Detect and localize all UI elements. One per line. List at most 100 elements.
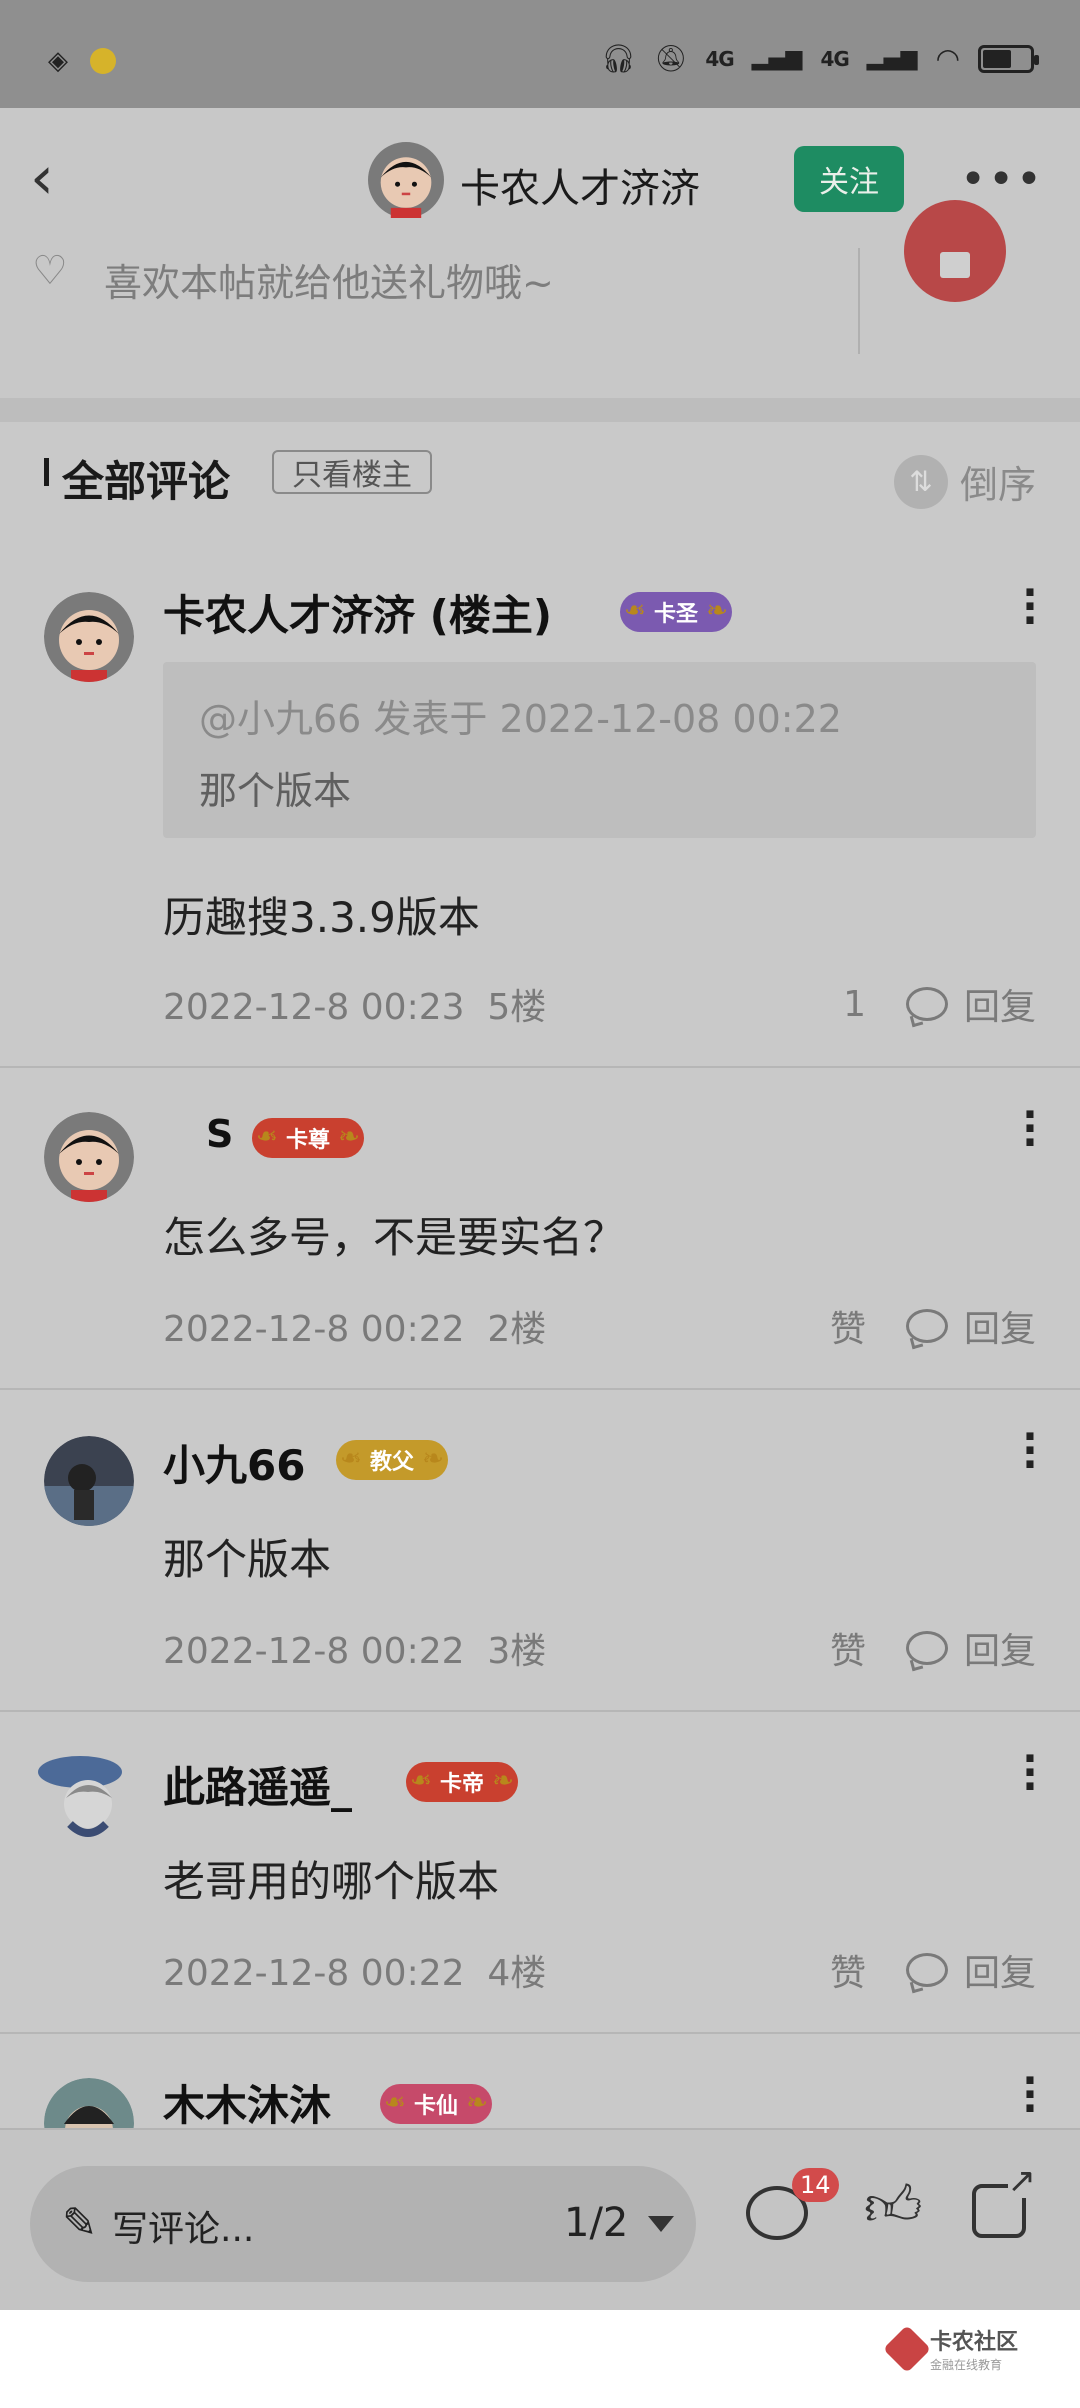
heart-icon[interactable]: ♡ bbox=[32, 248, 68, 294]
rank-badge: 卡圣 bbox=[620, 592, 733, 632]
comment-author[interactable]: S bbox=[206, 1112, 233, 1156]
comment-more-icon[interactable]: · · · bbox=[1020, 1095, 1040, 1163]
comment-meta: 2022-12-8 00:22 2楼 bbox=[163, 1300, 546, 1352]
reply-button[interactable]: 回复 bbox=[964, 1944, 1036, 1996]
write-comment-input[interactable]: ✎ 写评论... 1/2 bbox=[30, 2166, 696, 2282]
shield-icon bbox=[90, 48, 116, 74]
sort-label: 倒序 bbox=[959, 463, 1036, 507]
back-icon[interactable]: ‹ bbox=[30, 148, 54, 208]
like-button[interactable]: 赞 bbox=[830, 1622, 866, 1674]
network-1: 4G bbox=[705, 46, 734, 71]
comment-time: 2022-12-8 00:22 bbox=[163, 1953, 465, 1994]
comments-title: 全部评论 bbox=[62, 457, 231, 506]
comments-header: 全部评论 只看楼主 ⇅ 倒序 bbox=[0, 422, 1080, 542]
comment-item[interactable]: 卡农人才济济 (楼主) 卡圣 ··· @小九66 发表于 2022-12-08 … bbox=[0, 542, 1080, 1068]
comment-actions: 赞 回复 bbox=[830, 1622, 1036, 1674]
gift-text: 喜欢本帖就给他送礼物哦~ bbox=[104, 261, 554, 305]
like-button[interactable]: 赞 bbox=[830, 1944, 866, 1996]
avatar[interactable] bbox=[30, 1742, 140, 1852]
page-title: 卡农人才济济 bbox=[460, 166, 700, 212]
comment-item[interactable]: 木木沐沐 卡仙 ··· bbox=[0, 2034, 1080, 2128]
comment-author[interactable]: 此路遥遥_ bbox=[163, 1754, 352, 1815]
comment-text: 那个版本 bbox=[163, 1535, 332, 1584]
comment-more-icon[interactable]: · · · bbox=[1020, 2061, 1040, 2128]
share-icon[interactable] bbox=[972, 2164, 1036, 2238]
comment-item[interactable]: 此路遥遥_ 卡帝 ··· 老哥用的哪个版本 2022-12-8 00:22 4楼… bbox=[0, 1712, 1080, 2034]
comment-actions: 赞 回复 bbox=[830, 1944, 1036, 1996]
comment-author[interactable]: 小九66 bbox=[163, 1432, 305, 1493]
only-owner-button[interactable]: 只看楼主 bbox=[272, 450, 432, 494]
headphones-icon: 🎧︎ bbox=[600, 42, 637, 75]
watermark-subtitle: 金融在线教育 bbox=[929, 2358, 1002, 2372]
more-options-icon[interactable]: ••• bbox=[960, 154, 1044, 205]
reply-icon[interactable] bbox=[905, 1631, 948, 1665]
section-marker bbox=[44, 458, 49, 486]
comment-meta: 2022-12-8 00:23 5楼 bbox=[163, 978, 546, 1030]
thumbs-up-icon[interactable]: 👍︎ bbox=[864, 2174, 923, 2241]
comment-count-badge: 14 bbox=[792, 2168, 839, 2202]
reply-button[interactable]: 回复 bbox=[964, 978, 1036, 1030]
battery-icon bbox=[978, 44, 1039, 73]
comment-floor: 3楼 bbox=[487, 1631, 547, 1672]
quote-meta: @小九66 发表于 2022-12-08 00:22 bbox=[199, 697, 842, 741]
quoted-comment: @小九66 发表于 2022-12-08 00:22 那个版本 bbox=[163, 662, 1036, 838]
like-button[interactable]: 1 bbox=[843, 984, 866, 1025]
reply-button[interactable]: 回复 bbox=[964, 1622, 1036, 1674]
rank-badge: 卡帝 bbox=[406, 1762, 519, 1802]
comment-more-icon[interactable]: · · · bbox=[1020, 1739, 1040, 1807]
avatar[interactable] bbox=[44, 1436, 134, 1526]
comment-floor: 5楼 bbox=[487, 987, 547, 1028]
like-button[interactable]: 赞 bbox=[830, 1300, 866, 1352]
comment-actions: 赞 回复 bbox=[830, 1300, 1036, 1352]
signal-icon: ▂▄▆ bbox=[751, 46, 803, 71]
avatar[interactable] bbox=[44, 1112, 134, 1202]
gift-strip: ♡ 喜欢本帖就给他送礼物哦~ bbox=[0, 200, 1080, 398]
rank-badge: 教父 bbox=[336, 1440, 449, 1480]
comment-time: 2022-12-8 00:22 bbox=[163, 1631, 465, 1672]
comment-author[interactable]: 卡农人才济济 (楼主) bbox=[163, 582, 552, 643]
gift-button[interactable] bbox=[904, 200, 1006, 302]
sort-button[interactable]: ⇅ 倒序 bbox=[893, 454, 1036, 509]
page-indicator[interactable]: 1/2 bbox=[564, 2200, 628, 2246]
comment-more-icon[interactable]: · · · bbox=[1020, 1417, 1040, 1485]
write-comment-placeholder: 写评论... bbox=[112, 2209, 255, 2250]
signal-icon: ▂▄▆ bbox=[866, 46, 918, 71]
comment-time: 2022-12-8 00:22 bbox=[163, 1309, 465, 1350]
sort-icon: ⇅ bbox=[893, 454, 948, 509]
avatar[interactable] bbox=[44, 592, 134, 682]
divider bbox=[858, 248, 860, 354]
reply-icon[interactable] bbox=[905, 1953, 948, 1987]
bottom-bar: ✎ 写评论... 1/2 14 👍︎ bbox=[0, 2128, 1080, 2310]
comment-meta: 2022-12-8 00:22 4楼 bbox=[163, 1944, 546, 1996]
reply-button[interactable]: 回复 bbox=[964, 1300, 1036, 1352]
section-divider bbox=[0, 398, 1080, 422]
footer: 卡农社区 金融在线教育 bbox=[0, 2310, 1080, 2408]
pencil-icon: ✎ bbox=[62, 2198, 98, 2247]
comment-text: 历趣搜3.3.9版本 bbox=[163, 893, 480, 942]
follow-button[interactable]: 关注 bbox=[794, 146, 904, 212]
comment-time: 2022-12-8 00:23 bbox=[163, 987, 465, 1028]
chevron-down-icon[interactable] bbox=[648, 2216, 674, 2232]
comment-author[interactable]: 木木沐沐 bbox=[163, 2072, 331, 2128]
comment-item[interactable]: S 卡尊 ··· 怎么多号，不是要实名？ 2022-12-8 00:22 2楼 … bbox=[0, 1068, 1080, 1390]
kanong-logo-icon bbox=[882, 2324, 932, 2373]
comment-item[interactable]: 小九66 教父 ··· 那个版本 2022-12-8 00:22 3楼 赞 回复 bbox=[0, 1390, 1080, 1712]
author-avatar[interactable] bbox=[368, 142, 444, 218]
reply-icon[interactable] bbox=[905, 987, 948, 1021]
comment-more-icon[interactable]: · · · bbox=[1020, 573, 1040, 641]
rank-badge: 卡尊 bbox=[252, 1118, 365, 1158]
comment-meta: 2022-12-8 00:22 3楼 bbox=[163, 1622, 546, 1674]
rank-badge: 卡仙 bbox=[380, 2084, 493, 2124]
comment-floor: 4楼 bbox=[487, 1953, 547, 1994]
network-2: 4G bbox=[820, 46, 849, 71]
comment-text: 老哥用的哪个版本 bbox=[163, 1857, 500, 1906]
avatar[interactable] bbox=[44, 2078, 134, 2128]
mute-icon: 🔕︎ bbox=[654, 43, 688, 74]
layers-icon: ◈ bbox=[48, 46, 68, 76]
watermark-title: 卡农社区 bbox=[929, 2330, 1018, 2355]
quote-text: 那个版本 bbox=[199, 769, 352, 813]
watermark: 卡农社区 金融在线教育 bbox=[882, 2324, 1018, 2373]
comment-actions: 1 回复 bbox=[843, 978, 1036, 1030]
reply-icon[interactable] bbox=[905, 1309, 948, 1343]
comment-floor: 2楼 bbox=[487, 1309, 547, 1350]
